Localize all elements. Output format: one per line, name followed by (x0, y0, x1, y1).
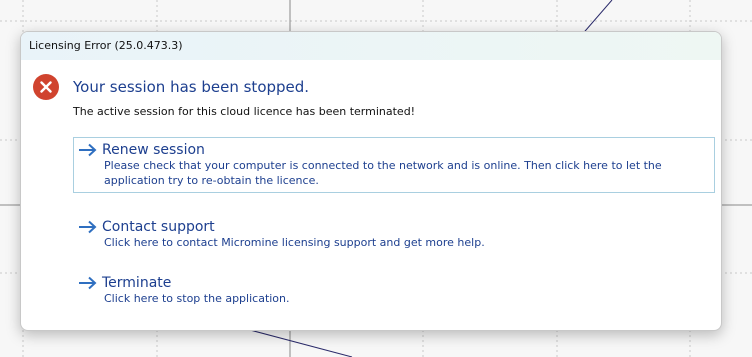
arrow-right-icon (79, 143, 97, 157)
contact-support-description: Click here to contact Micromine licensin… (104, 236, 485, 249)
dialog-title: Licensing Error (25.0.473.3) (21, 32, 721, 60)
renew-session-option[interactable]: Renew session Please check that your com… (73, 137, 715, 193)
renew-session-label: Renew session (102, 142, 205, 158)
error-heading: Your session has been stopped. (73, 78, 310, 96)
dialog-header: Your session has been stopped. (33, 74, 309, 100)
arrow-right-icon (79, 276, 97, 290)
terminate-label: Terminate (102, 275, 172, 291)
terminate-description: Click here to stop the application. (104, 292, 290, 305)
terminate-option[interactable]: Terminate Click here to stop the applica… (73, 270, 715, 311)
renew-session-description: Please check that your computer is conne… (104, 159, 662, 187)
arrow-right-icon (79, 220, 97, 234)
licensing-error-dialog: Licensing Error (25.0.473.3) Your sessio… (20, 31, 722, 331)
contact-support-option[interactable]: Contact support Click here to contact Mi… (73, 214, 715, 255)
error-icon (33, 74, 59, 100)
error-message: The active session for this cloud licenc… (73, 105, 416, 118)
contact-support-label: Contact support (102, 219, 215, 235)
